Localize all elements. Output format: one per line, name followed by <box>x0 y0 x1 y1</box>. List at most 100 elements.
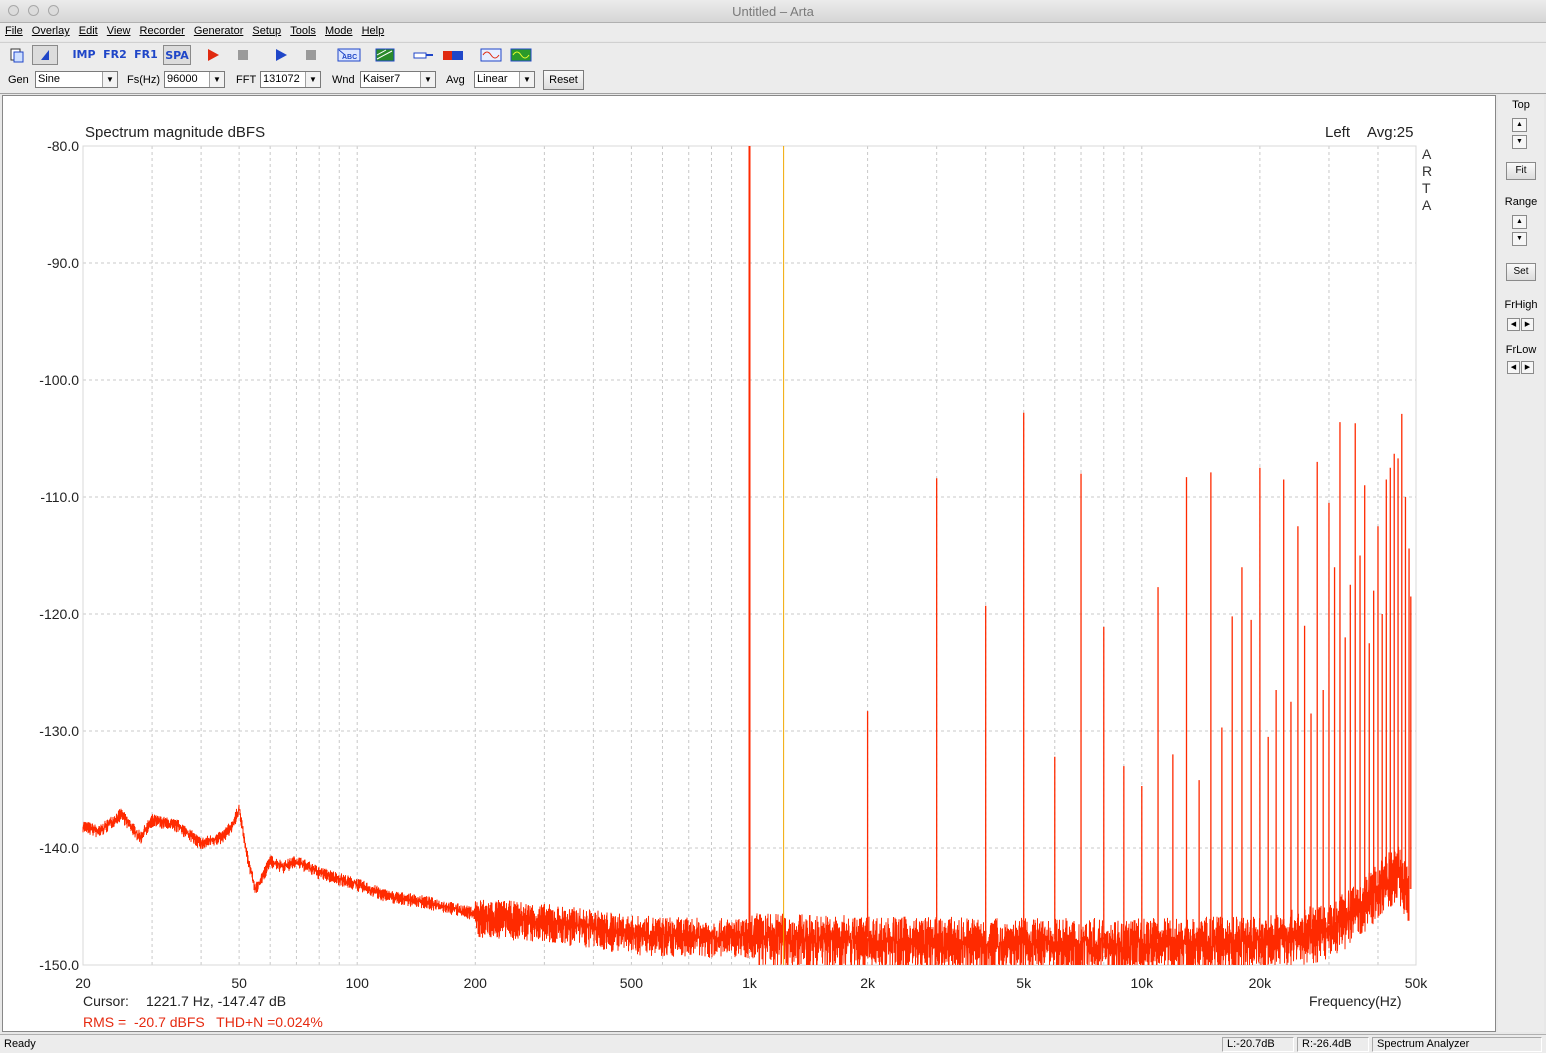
y-tick-label: -120.0 <box>39 606 79 622</box>
fs-select[interactable]: 96000 ▼ <box>164 71 225 88</box>
x-tick-label: 500 <box>620 975 644 991</box>
y-tick-label: -110.0 <box>40 489 79 505</box>
range-up-button[interactable]: ▲ <box>1512 215 1527 229</box>
x-tick-label: 10k <box>1131 975 1155 991</box>
fs-value: 96000 <box>167 73 198 85</box>
imp-button[interactable]: IMP <box>70 45 98 65</box>
spectrogram-button[interactable] <box>372 45 398 65</box>
top-up-button[interactable]: ▲ <box>1512 118 1527 132</box>
probe-button[interactable] <box>410 45 436 65</box>
spa-icon: SPA <box>165 49 189 62</box>
cursor-readout: 1221.7 Hz, -147.47 dB <box>146 993 286 1009</box>
chevron-down-icon: ▼ <box>420 72 435 87</box>
frlow-right-button[interactable]: ▶ <box>1521 361 1534 374</box>
status-right-level: R:-26.4dB <box>1297 1037 1369 1052</box>
menu-overlay[interactable]: Overlay <box>32 23 70 37</box>
fr1-button[interactable]: FR1 <box>132 45 160 65</box>
menu-help[interactable]: Help <box>362 23 385 37</box>
y-tick-label: -140.0 <box>39 840 79 856</box>
x-tick-label: 200 <box>464 975 488 991</box>
x-tick-label: 5k <box>1016 975 1032 991</box>
menu-generator[interactable]: Generator <box>194 23 244 37</box>
wnd-label: Wnd <box>332 74 355 86</box>
status-ready: Ready <box>4 1038 36 1050</box>
imp-icon: IMP <box>72 48 96 61</box>
x-tick-label: 2k <box>860 975 876 991</box>
play-icon <box>276 49 287 61</box>
y-tick-label: -150.0 <box>39 957 79 973</box>
set-button[interactable]: Set <box>1506 263 1536 281</box>
play-button[interactable] <box>268 45 294 65</box>
gen-label: Gen <box>8 74 29 86</box>
spectrum-trace <box>82 146 1412 966</box>
stop-button[interactable] <box>230 45 256 65</box>
top-down-button[interactable]: ▼ <box>1512 135 1527 149</box>
status-mode: Spectrum Analyzer <box>1372 1037 1542 1052</box>
x-tick-label: 20k <box>1249 975 1273 991</box>
svg-text:ABC: ABC <box>342 54 357 61</box>
level-meter-icon <box>443 51 463 60</box>
cursor-label: Cursor: <box>83 993 129 1009</box>
stop2-icon <box>306 50 316 60</box>
fr2-icon: FR2 <box>103 48 127 61</box>
probe-icon <box>413 52 433 59</box>
channel-label: Left <box>1325 124 1351 141</box>
stop-icon <box>238 50 248 60</box>
reset-button[interactable]: Reset <box>543 70 584 90</box>
frlow-left-button[interactable]: ◀ <box>1507 361 1520 374</box>
menu-mode[interactable]: Mode <box>325 23 353 37</box>
frhigh-left-button[interactable]: ◀ <box>1507 318 1520 331</box>
toolbar: IMP FR2 FR1 SPA ABC <box>0 42 1546 67</box>
gen-select[interactable]: Sine ▼ <box>35 71 118 88</box>
record-icon <box>208 49 219 61</box>
menu-file[interactable]: File <box>5 23 23 37</box>
y-tick-label: -90.0 <box>47 255 79 271</box>
frhigh-right-button[interactable]: ▶ <box>1521 318 1534 331</box>
y-tick-label: -80.0 <box>47 138 79 154</box>
analyzer-cursor-icon[interactable] <box>32 45 58 65</box>
avg-select[interactable]: Linear ▼ <box>474 71 535 88</box>
x-tick-labels: 20 50 100 200 500 1k 2k 5k 10k 20k 50k <box>75 975 1428 991</box>
generator-icon <box>480 48 502 62</box>
abc-button[interactable]: ABC <box>336 45 362 65</box>
window-title: Untitled – Arta <box>732 4 814 19</box>
generator-button[interactable] <box>478 45 504 65</box>
fr2-button[interactable]: FR2 <box>101 45 129 65</box>
chart-title: Spectrum magnitude dBFS <box>85 124 265 141</box>
chevron-down-icon: ▼ <box>209 72 224 87</box>
y-tick-label: -130.0 <box>39 723 79 739</box>
menu-setup[interactable]: Setup <box>252 23 281 37</box>
x-tick-label: 50 <box>231 975 247 991</box>
chevron-down-icon: ▼ <box>519 72 534 87</box>
new-file-icon[interactable] <box>4 45 30 65</box>
fr1-icon: FR1 <box>134 48 158 61</box>
spectrum-chart[interactable]: -80.0 -90.0 -100.0 -110.0 -120.0 -130.0 -140.0… <box>3 96 1495 1031</box>
stop2-button[interactable] <box>298 45 324 65</box>
x-tick-label: 20 <box>75 975 91 991</box>
fft-select[interactable]: 131072 ▼ <box>260 71 321 88</box>
range-down-button[interactable]: ▼ <box>1512 232 1527 246</box>
right-control-panel: Top ▲ ▼ Fit Range ▲ ▼ Set FrHigh ◀ ▶ FrL… <box>1498 95 1544 1032</box>
spa-button[interactable]: SPA <box>163 45 191 65</box>
menu-tools[interactable]: Tools <box>290 23 316 37</box>
fit-button[interactable]: Fit <box>1506 162 1536 180</box>
wnd-select[interactable]: Kaiser7 ▼ <box>360 71 436 88</box>
brand-letter-a1: A <box>1422 146 1432 162</box>
record-button[interactable] <box>200 45 226 65</box>
menu-edit[interactable]: Edit <box>79 23 98 37</box>
avg-label: Avg <box>446 74 465 86</box>
menu-view[interactable]: View <box>107 23 131 37</box>
status-left-level: L:-20.7dB <box>1222 1037 1294 1052</box>
menu-recorder[interactable]: Recorder <box>140 23 185 37</box>
frlow-label: FrLow <box>1505 344 1537 356</box>
spectrum-plot-panel[interactable]: -80.0 -90.0 -100.0 -110.0 -120.0 -130.0 -140.0… <box>2 95 1496 1032</box>
x-tick-label: 1k <box>742 975 758 991</box>
title-bar: Untitled – Arta <box>0 0 1546 23</box>
fft-label: FFT <box>236 74 257 86</box>
level-meter-button[interactable] <box>440 45 466 65</box>
chevron-down-icon: ▼ <box>102 72 117 87</box>
scope-button[interactable] <box>508 45 534 65</box>
rms-thd-readout: RMS = -20.7 dBFS THD+N =0.024% <box>83 1014 323 1030</box>
avg-count-label: Avg:25 <box>1367 124 1413 141</box>
noise-floor-trace <box>82 804 1410 966</box>
